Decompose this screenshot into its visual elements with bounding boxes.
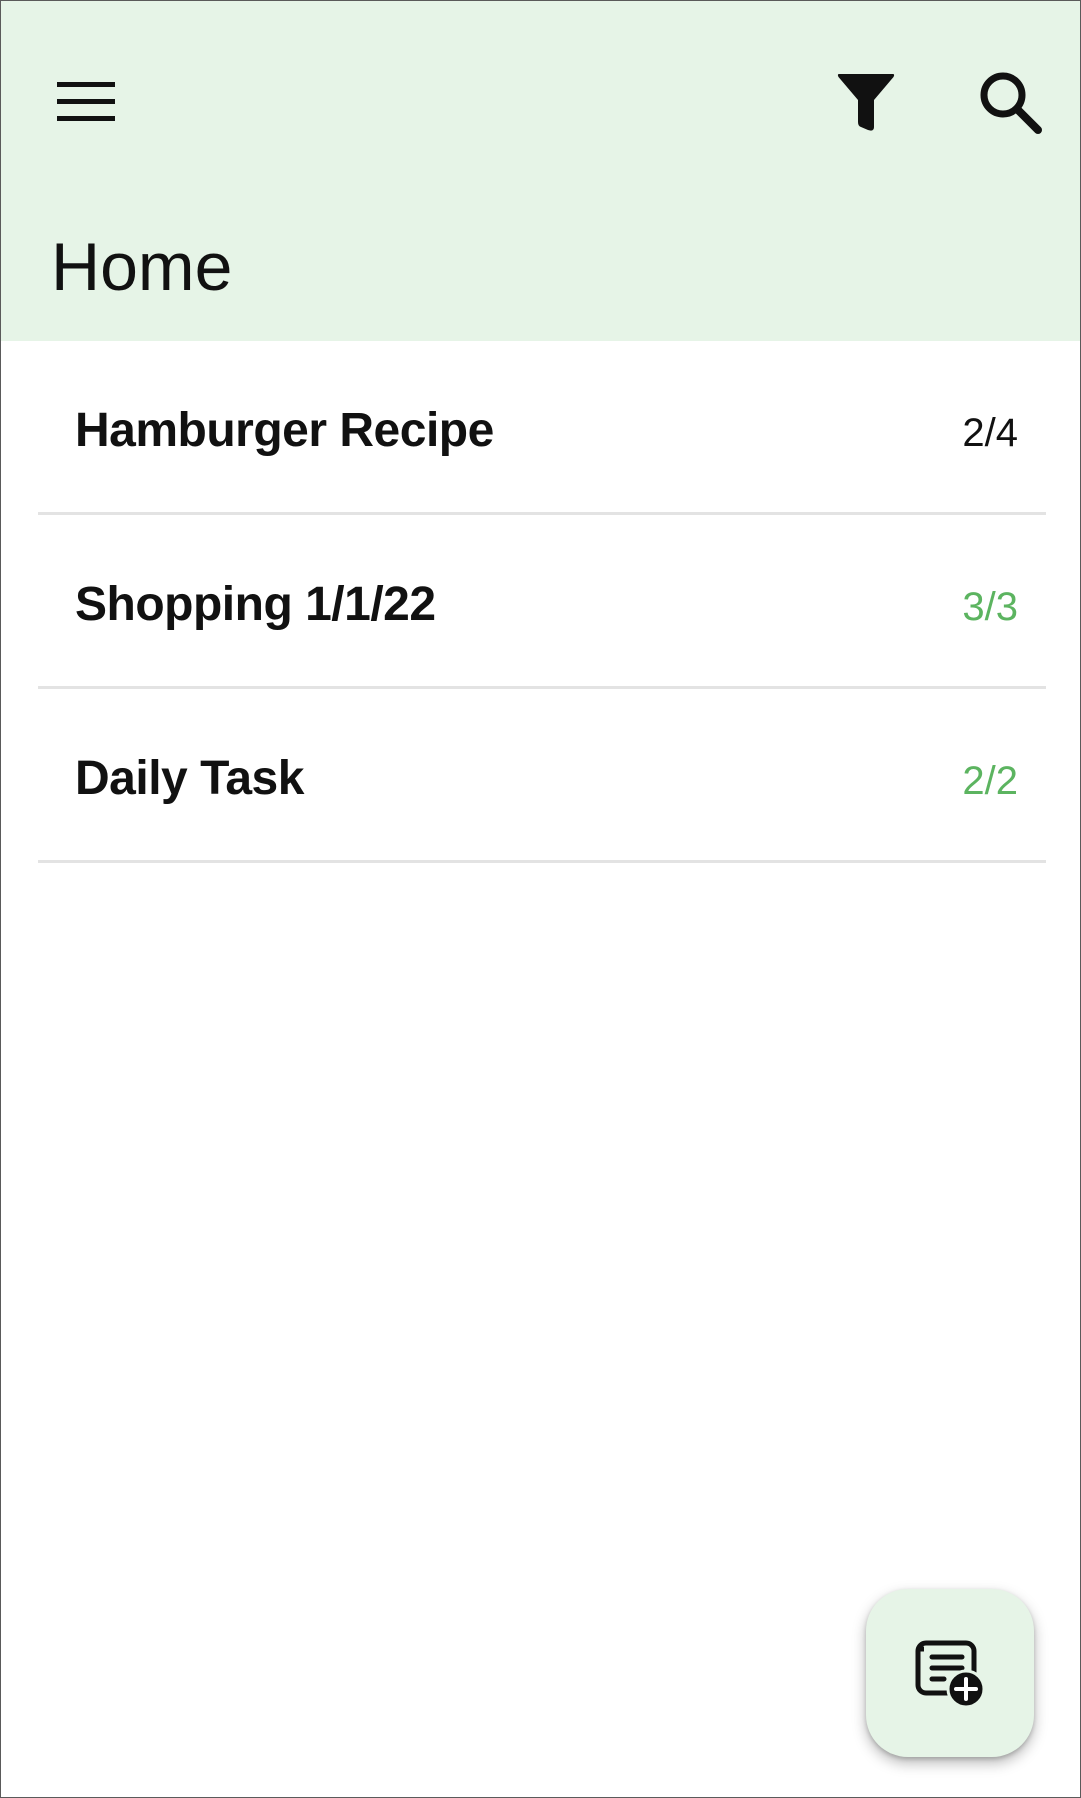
search-icon <box>980 72 1042 134</box>
add-list-fab[interactable] <box>866 1589 1034 1757</box>
list-item[interactable]: Shopping 1/1/22 3/3 <box>38 515 1046 689</box>
list-item[interactable]: Daily Task 2/2 <box>38 689 1046 863</box>
filter-button[interactable] <box>818 54 914 150</box>
list-item-title: Daily Task <box>75 752 304 805</box>
checklist-list: Hamburger Recipe 2/4 Shopping 1/1/22 3/3… <box>38 341 1046 863</box>
search-button[interactable] <box>962 54 1058 150</box>
home-screen: Home Hamburger Recipe 2/4 Shopping 1/1/2… <box>0 0 1081 1798</box>
menu-button[interactable] <box>38 54 134 150</box>
add-list-icon <box>915 1640 986 1709</box>
app-bar: Home <box>1 1 1080 341</box>
hamburger-menu-icon <box>57 82 115 121</box>
list-item-title: Hamburger Recipe <box>75 404 494 457</box>
filter-funnel-icon <box>837 74 895 131</box>
list-item-progress: 2/2 <box>962 759 1018 803</box>
list-item-progress: 2/4 <box>962 411 1018 455</box>
page-title: Home <box>51 229 233 305</box>
list-item-title: Shopping 1/1/22 <box>75 578 436 631</box>
list-item[interactable]: Hamburger Recipe 2/4 <box>38 341 1046 515</box>
list-item-progress: 3/3 <box>962 585 1018 629</box>
